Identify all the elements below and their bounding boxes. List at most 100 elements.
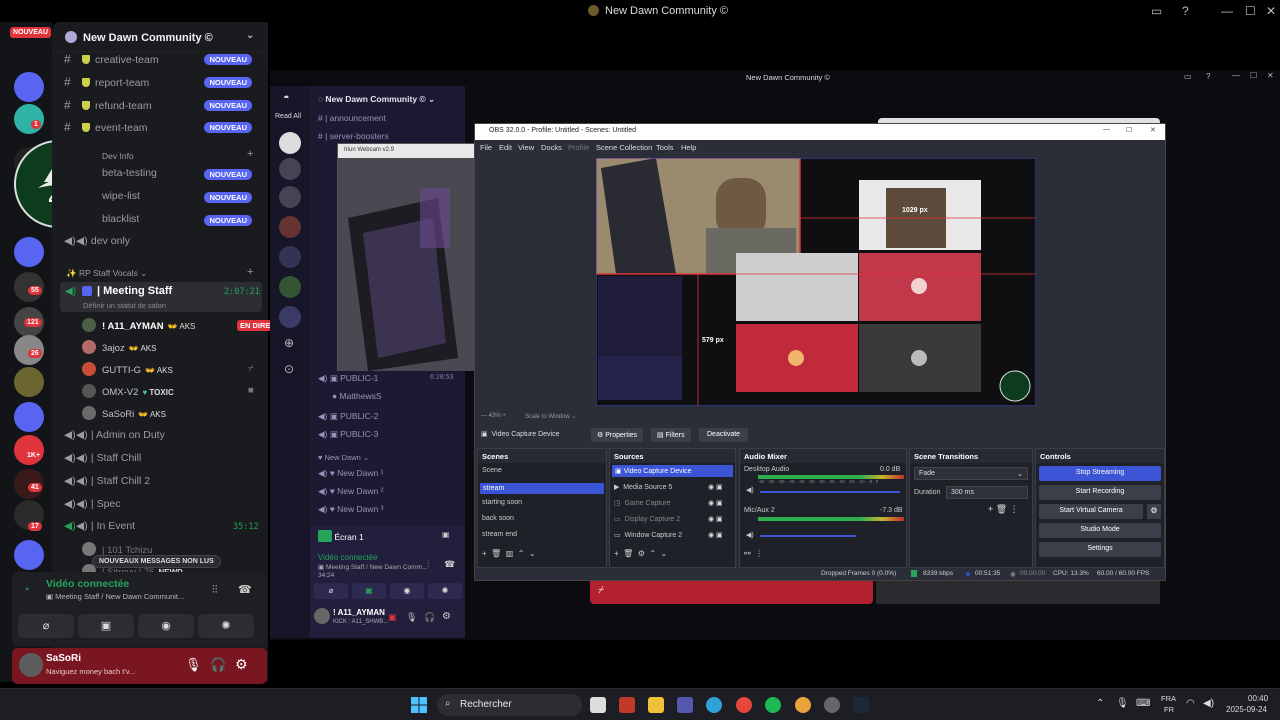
screen-share-button[interactable]: ▣ <box>78 614 134 638</box>
visibility-eye-icon[interactable]: ◉ ▣ <box>708 499 723 507</box>
scene-item-selected[interactable]: stream <box>480 483 604 494</box>
category-rp-staff-vocals[interactable]: ✨ RP Staff Vocals ⌄ <box>66 268 147 279</box>
task-view-icon[interactable] <box>590 697 606 713</box>
speaker-icon[interactable]: ◀) <box>746 531 754 539</box>
server-icon[interactable] <box>14 72 44 102</box>
maximize-icon[interactable]: ☐ <box>1250 71 1257 80</box>
chevron-down-icon[interactable]: ⌄ <box>246 30 254 41</box>
steam-icon[interactable] <box>853 697 869 713</box>
menu-help[interactable]: Help <box>681 143 696 152</box>
obs-icon[interactable] <box>824 697 840 713</box>
settings-gear-icon[interactable]: ⚙ <box>442 611 451 622</box>
menu-tools[interactable]: Tools <box>656 143 674 152</box>
avatar[interactable] <box>19 653 43 677</box>
transition-toolbar[interactable]: + 🗑 ⋮ <box>988 504 1019 515</box>
stream-icon[interactable]: ▣ <box>442 530 450 539</box>
obs-preview-canvas[interactable]: 1029 px 579 px <box>596 158 1036 406</box>
read-all-button[interactable]: Read All <box>275 113 301 120</box>
channel-item[interactable]: wipe-list NOUVEAU <box>102 190 264 208</box>
voice-channel-item[interactable]: ◀)◀) | Spec <box>64 498 264 516</box>
activities-button[interactable]: ◉ <box>390 583 424 599</box>
visibility-eye-icon[interactable]: ◉ ▣ <box>708 515 723 523</box>
properties-button[interactable]: ⚙ Properties <box>591 428 644 442</box>
noise-suppression-icon[interactable]: ⫶⫶ <box>212 584 218 597</box>
server-icon[interactable] <box>279 276 301 298</box>
voice-channel-item[interactable]: ◀)◀) | Staff Chill <box>64 452 264 470</box>
scene-item[interactable]: stream end <box>482 531 517 538</box>
menu-profile[interactable]: Profile <box>568 143 589 152</box>
filters-button[interactable]: ▤ Filters <box>651 428 691 442</box>
participant[interactable]: SaSoRi 👐 AKS <box>82 406 166 424</box>
channel-item[interactable]: # report-team NOUVEAU <box>64 75 264 93</box>
voice-channel-item[interactable]: ◀) ▣ PUBLIC-2 <box>318 411 378 422</box>
add-channel-icon[interactable]: + <box>247 148 253 160</box>
source-item[interactable]: ▭ Window Capture 2 <box>614 531 682 539</box>
server-icon[interactable] <box>14 367 44 397</box>
channel-item[interactable]: # | server-boosters <box>318 131 389 141</box>
channel-item[interactable]: # event-team NOUVEAU <box>64 120 264 138</box>
headphones-icon[interactable]: 🎧 <box>424 612 435 623</box>
chrome-icon[interactable] <box>736 697 752 713</box>
maximize-icon[interactable]: ☐ <box>1126 126 1132 134</box>
server-header[interactable]: New Dawn Community © ⌄ <box>52 22 268 52</box>
taskbar-search[interactable]: ⌕ Rechercher <box>437 694 582 716</box>
spotify-icon[interactable] <box>765 697 781 713</box>
soundboard-button[interactable]: ✺ <box>428 583 462 599</box>
scene-toolbar[interactable]: + 🗑 ▥ ⌃ ⌄ <box>482 549 536 558</box>
close-icon[interactable]: ✕ <box>1150 126 1156 134</box>
microphone-icon[interactable]: 🎙 <box>406 612 417 623</box>
help-icon[interactable]: ? <box>1206 72 1210 81</box>
clock-time[interactable]: 00:40 <box>1248 694 1268 703</box>
discord-canary-icon[interactable] <box>795 697 811 713</box>
server-icon[interactable] <box>279 158 301 180</box>
explore-icon[interactable]: ⊙ <box>284 362 294 376</box>
visibility-eye-icon[interactable]: ◉ ▣ <box>708 531 723 539</box>
server-icon[interactable] <box>14 237 44 267</box>
source-item[interactable]: ▭ Display Capture 2 <box>614 515 680 523</box>
inbox-icon[interactable]: ▭ <box>1151 4 1162 18</box>
participant[interactable]: ● MatthewsS <box>332 391 382 401</box>
channel-item[interactable]: blacklist NOUVEAU <box>102 213 264 231</box>
server-icon[interactable] <box>279 186 301 208</box>
minimize-icon[interactable]: — <box>1221 4 1233 18</box>
start-recording-button[interactable]: Start Recording <box>1039 485 1161 500</box>
voice-channel-item[interactable]: ◀)◀) | Admin on Duty <box>64 429 264 447</box>
visibility-eye-icon[interactable]: ◉ ▣ <box>708 483 723 491</box>
disconnect-icon[interactable]: ☎ <box>238 583 252 596</box>
wifi-icon[interactable]: ◠ <box>1186 698 1195 709</box>
participant[interactable]: ! A11_AYMAN 👐 AKS EN DIRECT <box>82 318 284 336</box>
server-icon[interactable] <box>279 306 301 328</box>
disconnect-icon[interactable]: ☎ <box>444 559 455 570</box>
voice-channel-item[interactable]: ◀) ♥ New Dawn ¹ <box>318 468 383 479</box>
participant[interactable]: GUTTI-G 👐 AKS ⌿ <box>82 362 254 380</box>
copilot-icon[interactable] <box>706 697 722 713</box>
zoom-control[interactable]: — 43% + <box>481 413 506 419</box>
screen-share-button[interactable]: ▣ <box>352 583 386 599</box>
minimize-icon[interactable]: — <box>1232 71 1240 80</box>
help-icon[interactable]: ? <box>1182 4 1189 18</box>
voice-channel-item[interactable]: ◀) ▣ PUBLIC-1 <box>318 373 378 384</box>
camera-off-button[interactable]: ⌀ <box>314 583 348 599</box>
menu-docks[interactable]: Docks <box>541 143 562 152</box>
unread-messages-pill[interactable]: NOUVEAUX MESSAGES NON LUS <box>92 555 221 568</box>
server-icon[interactable] <box>14 435 44 465</box>
background-server-name[interactable]: ◌ New Dawn Community © ⌄ <box>318 94 435 105</box>
voice-channel-item[interactable]: ◀) ▣ PUBLIC-3 <box>318 429 378 440</box>
windows-start-icon[interactable] <box>411 697 427 713</box>
language-bottom[interactable]: FR <box>1164 705 1174 714</box>
voice-channel-item[interactable]: ◀)◀) | Staff Chill 2 <box>64 475 264 493</box>
volume-slider-mic[interactable] <box>760 535 856 537</box>
server-icon[interactable] <box>279 246 301 268</box>
studio-mode-button[interactable]: Studio Mode <box>1039 523 1161 538</box>
webcam-window[interactable]: Iriun Webcam v2.9 <box>337 143 477 371</box>
participant[interactable]: 3ajoz 👐 AKS <box>82 340 156 358</box>
channel-status[interactable]: Définir un statut de salon <box>83 301 166 310</box>
settings-button[interactable]: Settings <box>1039 542 1161 557</box>
add-channel-icon[interactable]: + <box>247 266 253 278</box>
close-icon[interactable]: ✕ <box>1267 71 1274 80</box>
channel-item[interactable]: # refund-team NOUVEAU <box>64 98 264 116</box>
app-icon-wallpaper[interactable] <box>619 697 635 713</box>
scene-item[interactable]: starting soon <box>482 499 522 506</box>
tray-chevron-icon[interactable]: ⌃ <box>1096 698 1104 709</box>
avatar[interactable] <box>314 608 330 624</box>
